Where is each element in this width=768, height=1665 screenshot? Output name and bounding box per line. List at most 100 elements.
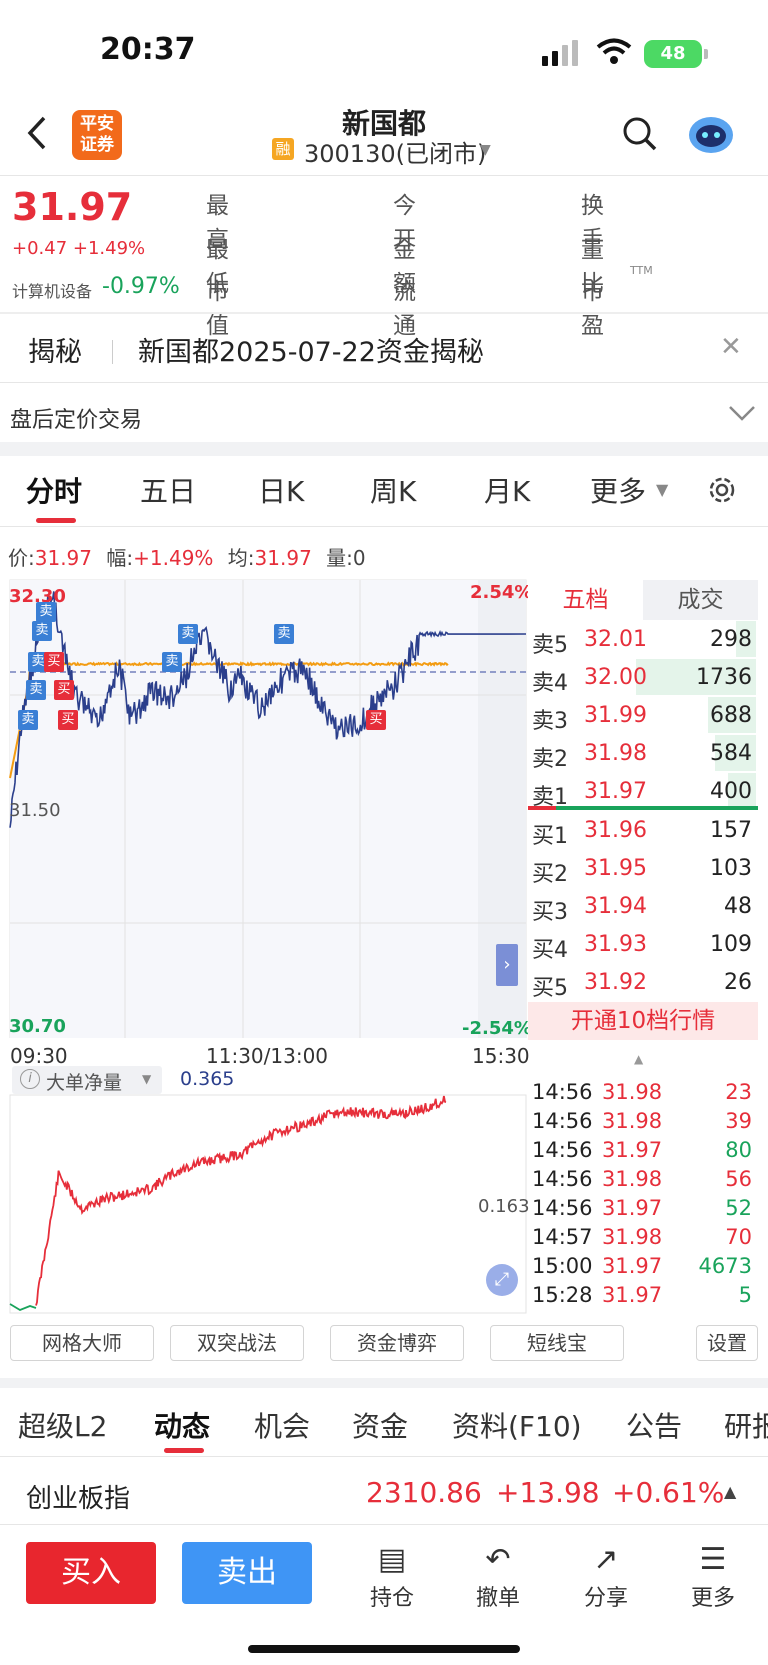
tick-volume: 39 [725,1109,752,1133]
chevron-down-icon[interactable]: ▼ [480,142,491,158]
level-price: 31.97 [584,779,647,804]
short-line-treasure-button[interactable]: 短线宝 [490,1325,624,1361]
reveal-text[interactable]: 新国都2025-07-22资金揭秘 [138,330,484,369]
sell-marker: 卖 [274,624,294,644]
spread-divider [528,806,758,810]
level-volume: 298 [710,627,752,652]
fullscreen-icon[interactable]: ⤢ [486,1264,518,1296]
tab-monthly-k[interactable]: 月K [484,470,530,510]
index-pct: +0.61% [612,1476,725,1509]
fund-game-button[interactable]: 资金博弈 [330,1325,464,1361]
gear-icon[interactable] [706,474,738,506]
signal-icon [542,40,578,66]
level-volume: 1736 [696,665,752,690]
level-label: 买1 [532,824,568,849]
tab-daily-k[interactable]: 日K [258,470,304,510]
reveal-tag: 揭秘 [28,337,82,368]
ttm-label: TTM [630,264,653,277]
level-price: 31.99 [584,703,647,728]
level-label: 买3 [532,900,568,925]
bid-row[interactable]: 买3 31.94 48 [528,888,758,926]
level-label: 买4 [532,938,568,963]
chevron-up-icon[interactable]: ▲ [724,1482,736,1501]
sell-button[interactable]: 卖出 [182,1542,312,1604]
level-label: 卖5 [532,633,568,658]
tab-five-levels[interactable]: 五档 [528,580,643,620]
double-breakout-button[interactable]: 双突战法 [170,1325,304,1361]
tab-announcements[interactable]: 公告 [626,1405,682,1445]
chart-tabs: 分时 五日 日K 周K 月K 更多 ▼ [0,470,768,520]
level-price: 31.95 [584,856,647,881]
tick-volume: 80 [725,1138,752,1162]
level-label: 卖4 [532,671,568,696]
sell-marker: 卖 [178,624,198,644]
expand-panel-icon[interactable]: › [496,944,518,986]
indicator-selector[interactable]: i 大单净量 ▼ [12,1066,162,1094]
tab-funds[interactable]: 资金 [352,1405,408,1445]
ask-row[interactable]: 卖3 31.99 688 [528,697,758,735]
sell-marker: 卖 [18,710,38,730]
buy-marker: 买 [44,652,64,672]
stock-code-status[interactable]: 300130(已闭市) [304,134,486,169]
intraday-price-chart[interactable] [0,578,528,1038]
robot-assistant-icon[interactable] [686,110,736,156]
sector-name[interactable]: 计算机设备 [12,278,92,302]
tab-research[interactable]: 研报 [724,1405,768,1445]
open-10-level-button[interactable]: 开通10档行情 [528,1002,758,1040]
cancel-order-button[interactable]: ↶ 撤单 [463,1540,533,1612]
ask-row[interactable]: 卖4 32.00 1736 [528,659,758,697]
grid-master-button[interactable]: 网格大师 [10,1325,154,1361]
buy-marker: 买 [58,710,78,730]
tab-f10[interactable]: 资料(F10) [452,1405,582,1445]
tick-time: 14:56 [532,1138,593,1162]
time-axis-start: 09:30 [10,1044,68,1068]
sector-change: -0.97% [102,274,180,299]
tick-volume: 23 [725,1080,752,1104]
more-button[interactable]: ☰ 更多 [678,1540,748,1612]
bid-row[interactable]: 买4 31.93 109 [528,926,758,964]
sell-marker: 卖 [32,621,52,641]
tab-weekly-k[interactable]: 周K [370,470,416,510]
search-icon[interactable] [622,116,658,152]
tab-more[interactable]: 更多 [590,470,646,510]
tab-trades[interactable]: 成交 [643,580,758,620]
info-volume: 0 [352,546,366,570]
tab-intraday[interactable]: 分时 [26,470,82,510]
share-button[interactable]: ↗ 分享 [571,1540,641,1612]
status-time: 20:37 [100,32,196,67]
level-price: 31.92 [584,970,647,995]
tab-super-l2[interactable]: 超级L2 [18,1405,107,1445]
tab-opportunity[interactable]: 机会 [254,1405,310,1445]
level-label: 卖2 [532,747,568,772]
ask-row[interactable]: 卖5 32.01 298 [528,621,758,659]
quote-label: 市盈 [581,279,604,339]
ask-row[interactable]: 卖2 31.98 584 [528,735,758,773]
close-icon[interactable]: ✕ [720,332,742,362]
settings-button[interactable]: 设置 [696,1325,758,1361]
status-bar: 20:37 48 [0,0,768,100]
tab-news[interactable]: 动态 [154,1405,210,1445]
level-label: 卖3 [532,709,568,734]
tick-volume: 4673 [698,1254,752,1278]
buy-button[interactable]: 买入 [26,1542,156,1604]
pct-axis-high: 2.54% [470,582,533,603]
margin-badge: 融 [272,138,294,160]
y-axis-low: 30.70 [9,1016,66,1037]
chevron-up-icon[interactable]: ▲ [634,1052,643,1066]
tick-time: 14:56 [532,1167,593,1191]
chevron-down-icon[interactable] [728,404,756,422]
bid-row[interactable]: 买2 31.95 103 [528,850,758,888]
afterhours-trading[interactable]: 盘后定价交易 [10,402,142,434]
chevron-down-icon[interactable]: ▼ [656,480,668,499]
tick-price: 31.98 [602,1080,663,1104]
tick-price: 31.98 [602,1109,663,1133]
holdings-button[interactable]: ▤ 持仓 [357,1540,427,1612]
tick-price: 31.97 [602,1138,663,1162]
info-icon[interactable]: i [20,1069,40,1089]
bid-row[interactable]: 买1 31.96 157 [528,812,758,850]
level-price: 31.94 [584,894,647,919]
bid-row[interactable]: 买5 31.92 26 [528,964,758,1002]
tab-5day[interactable]: 五日 [140,470,196,510]
index-name[interactable]: 创业板指 [26,1478,130,1515]
level-price: 32.01 [584,627,647,652]
